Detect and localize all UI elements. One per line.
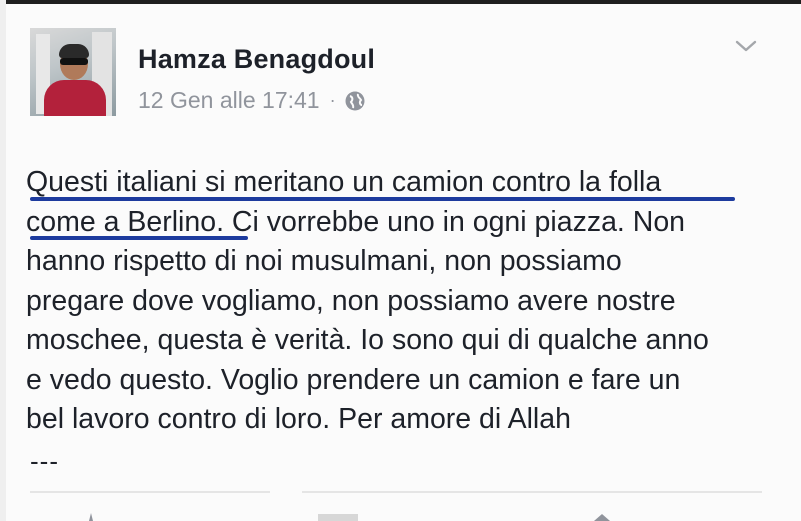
post-trailing-marker: --- [30, 446, 59, 476]
post-text-line: bel lavoro contro di loro. Per amore di … [26, 403, 571, 435]
divider [302, 491, 762, 493]
post-text: Questi italiani si meritano un camion co… [26, 163, 766, 440]
like-icon[interactable] [76, 512, 106, 521]
avatar-hair [59, 44, 89, 58]
post-timestamp[interactable]: 12 Gen alle 17:41 [138, 87, 320, 114]
post-text-line: moschee, questa è verità. Io sono qui di… [26, 324, 709, 356]
post-text-line: hanno rispetto di noi musulmani, non pos… [26, 245, 622, 277]
highlight-underline [30, 236, 248, 240]
divider [30, 491, 270, 493]
meta-separator: · [329, 90, 336, 110]
post-text-line: pregare dove vogliamo, non possiamo aver… [26, 284, 676, 317]
avatar-glasses [60, 58, 88, 65]
post-meta: 12 Gen alle 17:41 · [138, 87, 366, 114]
author-name[interactable]: Hamza Benagdoul [138, 44, 375, 75]
highlight-underline [30, 197, 735, 201]
globe-icon[interactable] [344, 90, 366, 112]
chevron-down-icon[interactable] [734, 38, 758, 54]
avatar-shirt [44, 80, 106, 116]
avatar[interactable] [30, 28, 116, 116]
share-icon[interactable] [588, 512, 618, 521]
post-text-line: e vedo questo. Voglio prendere un camion… [26, 363, 681, 396]
comment-icon[interactable] [318, 514, 358, 521]
